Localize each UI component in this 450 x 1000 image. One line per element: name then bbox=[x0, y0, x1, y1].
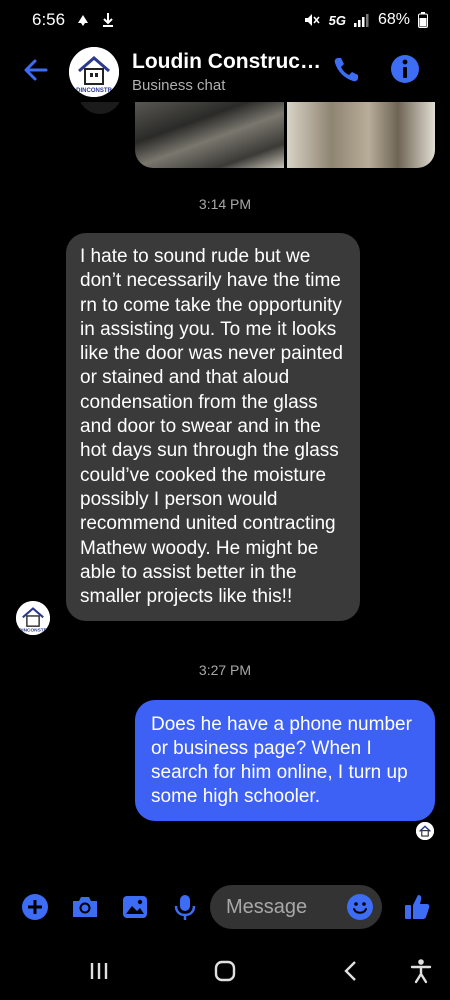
svg-text:DINCONSTR: DINCONSTR bbox=[19, 628, 48, 634]
facebook-notification-icon bbox=[75, 12, 91, 28]
status-time: 6:56 bbox=[32, 10, 66, 29]
chat-header: DINCONSTR Loudin Constructi... Business … bbox=[0, 40, 450, 102]
signal-icon bbox=[353, 13, 370, 27]
message-field[interactable] bbox=[210, 885, 382, 929]
plus-icon[interactable] bbox=[20, 892, 50, 922]
contact-avatar[interactable]: DINCONSTR bbox=[69, 47, 119, 97]
message-list[interactable]: 3:14 PM I hate to sound rude but we don’… bbox=[0, 102, 450, 880]
back-icon[interactable] bbox=[336, 956, 366, 986]
message-timestamp: 3:14 PM bbox=[198, 196, 252, 212]
status-bar: 6:56 5G 68% bbox=[0, 0, 450, 40]
emoji-icon[interactable] bbox=[346, 893, 374, 921]
mic-icon[interactable] bbox=[170, 892, 200, 922]
mute-icon bbox=[303, 12, 321, 28]
shared-photo[interactable] bbox=[286, 102, 435, 168]
camera-icon[interactable] bbox=[70, 892, 100, 922]
battery-icon bbox=[418, 12, 428, 28]
recents-icon[interactable] bbox=[84, 956, 114, 986]
info-icon[interactable] bbox=[389, 53, 421, 85]
outgoing-message[interactable]: Does he have a phone number or business … bbox=[135, 700, 435, 821]
home-icon[interactable] bbox=[210, 956, 240, 986]
download-icon bbox=[101, 12, 115, 28]
back-arrow-icon[interactable] bbox=[20, 54, 52, 86]
system-nav-bar bbox=[0, 940, 450, 1000]
message-input[interactable] bbox=[226, 885, 346, 929]
previous-avatar bbox=[78, 102, 122, 114]
message-timestamp: 3:27 PM bbox=[198, 662, 252, 678]
message-composer bbox=[0, 884, 450, 930]
contact-name[interactable]: Loudin Constructi... bbox=[132, 50, 322, 74]
sender-avatar[interactable]: DINCONSTR bbox=[16, 601, 50, 635]
svg-text:DINCONSTR: DINCONSTR bbox=[76, 88, 112, 94]
network-type: 5G bbox=[328, 12, 346, 28]
incoming-message[interactable]: I hate to sound rude but we don’t necess… bbox=[66, 233, 360, 622]
seen-indicator-avatar bbox=[416, 822, 434, 840]
thumbs-up-icon[interactable] bbox=[402, 892, 432, 922]
shared-photos[interactable] bbox=[135, 102, 435, 168]
phone-icon[interactable] bbox=[330, 54, 362, 86]
shared-photo[interactable] bbox=[135, 102, 284, 168]
accessibility-icon[interactable] bbox=[406, 956, 436, 986]
contact-subtitle: Business chat bbox=[132, 77, 226, 94]
battery-percent: 68% bbox=[377, 11, 410, 28]
gallery-icon[interactable] bbox=[120, 892, 150, 922]
